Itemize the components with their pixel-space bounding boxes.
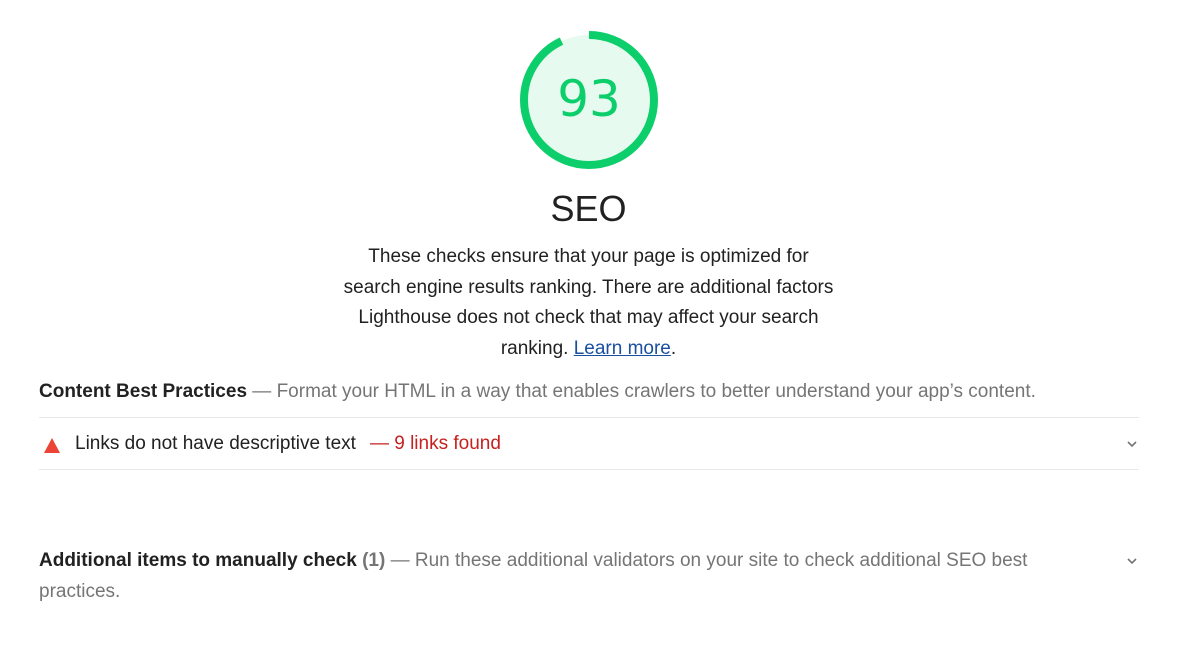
category-title: SEO: [550, 188, 627, 229]
divider: [39, 417, 1139, 418]
group-title: Content Best Practices: [39, 381, 248, 402]
divider: [39, 469, 1139, 470]
group-separator: —: [247, 381, 277, 402]
score-value: 93: [557, 70, 621, 128]
manual-count: (1): [362, 550, 386, 571]
chevron-down-icon[interactable]: [1125, 437, 1139, 451]
warning-triangle-icon: [44, 437, 60, 453]
score-gauge: 93: [518, 29, 660, 171]
audit-title: Links do not have descriptive text: [75, 433, 356, 454]
manual-separator: —: [385, 550, 415, 571]
audit-separator: —: [369, 433, 395, 454]
chevron-down-icon[interactable]: [1125, 554, 1139, 568]
audit-count: 9 links found: [394, 433, 501, 454]
audit-link-text[interactable]: Links do not have descriptive text — 9 l…: [39, 419, 1139, 469]
manual-checks-header: Additional items to manually check (1) —…: [39, 546, 1099, 607]
content-best-practices-header: Content Best Practices — Format your HTM…: [39, 378, 1139, 406]
manual-title: Additional items to manually check: [39, 550, 357, 571]
learn-more-link[interactable]: Learn more: [574, 338, 671, 359]
audit-display-value: — 9 links found: [370, 433, 501, 455]
description-suffix: .: [670, 337, 677, 359]
category-description: These checks ensure that your page is op…: [338, 242, 839, 364]
group-description: Format your HTML in a way that enables c…: [276, 381, 1036, 402]
manual-checks-group[interactable]: Additional items to manually check (1) —…: [39, 546, 1139, 607]
